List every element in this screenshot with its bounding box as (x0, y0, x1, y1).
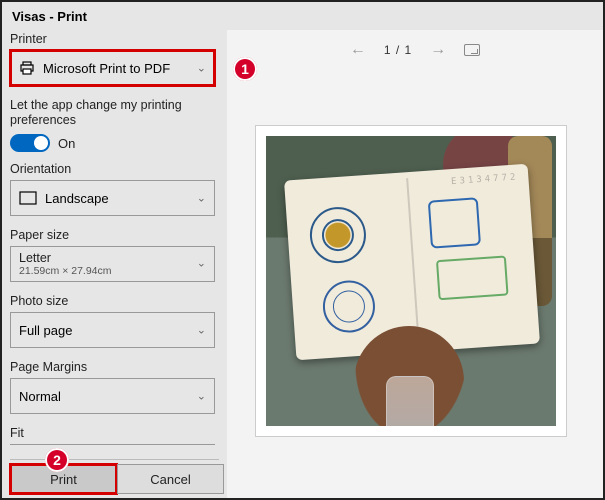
margins-label: Page Margins (10, 360, 219, 374)
window-title: Visas - Print (12, 9, 87, 24)
stamp-namibia (308, 205, 368, 265)
paper-label: Paper size (10, 228, 219, 242)
page-indicator: 1 / 1 (384, 43, 412, 57)
printer-value: Microsoft Print to PDF (43, 61, 170, 76)
photo-preview: E3134772 (266, 136, 556, 426)
chevron-down-icon: ⌄ (197, 390, 206, 403)
pref-toggle[interactable] (10, 134, 50, 152)
orientation-label: Orientation (10, 162, 219, 176)
page-sheet: E3134772 (256, 126, 566, 436)
bottle (386, 376, 434, 426)
pref-toggle-row: On (10, 134, 219, 152)
chevron-down-icon: ⌄ (197, 192, 206, 205)
prev-page-button[interactable]: ← (350, 41, 366, 59)
photosize-section: Photo size Full page ⌄ (10, 294, 219, 348)
landscape-icon (19, 191, 37, 205)
preview-pane: ← 1 / 1 → E3134772 (227, 30, 603, 498)
orientation-select[interactable]: Landscape ⌄ (10, 180, 215, 216)
margins-value: Normal (19, 389, 61, 404)
next-page-button[interactable]: → (430, 41, 446, 59)
orientation-section: Orientation Landscape ⌄ (10, 162, 219, 216)
stamp-mauritius (428, 197, 481, 248)
printer-section: Printer Microsoft Print to PDF ⌄ (10, 32, 219, 86)
photosize-label: Photo size (10, 294, 219, 308)
footer: Print Cancel (10, 459, 219, 498)
paper-section: Paper size Letter 21.59cm × 27.94cm ⌄ (10, 228, 219, 282)
pref-toggle-label: On (58, 136, 75, 151)
orientation-value: Landscape (45, 191, 109, 206)
preview-body: E3134772 (227, 70, 603, 498)
paper-sub: 21.59cm × 27.94cm (19, 265, 112, 277)
cancel-button[interactable]: Cancel (117, 464, 224, 494)
paper-value: Letter (19, 251, 51, 265)
printer-icon (19, 60, 35, 76)
chevron-down-icon: ⌄ (197, 258, 206, 271)
photosize-value: Full page (19, 323, 72, 338)
printer-select[interactable]: Microsoft Print to PDF ⌄ (10, 50, 215, 86)
fit-section: Fit (10, 426, 219, 452)
margins-section: Page Margins Normal ⌄ (10, 360, 219, 414)
pref-text: Let the app change my printing preferenc… (10, 98, 219, 128)
fit-cutoff (10, 444, 215, 452)
paper-select[interactable]: Letter 21.59cm × 27.94cm ⌄ (10, 246, 215, 282)
printer-label: Printer (10, 32, 219, 46)
margins-select[interactable]: Normal ⌄ (10, 378, 215, 414)
titlebar: Visas - Print (2, 2, 603, 30)
fullscreen-icon[interactable] (464, 44, 480, 56)
stamp-zimbabwe (321, 279, 377, 335)
preview-toolbar: ← 1 / 1 → (227, 30, 603, 70)
chevron-down-icon: ⌄ (197, 62, 206, 75)
print-dialog-window: Visas - Print Printer Microsoft Print to… (2, 2, 603, 498)
annotation-callout-2: 2 (45, 448, 69, 472)
fit-label: Fit (10, 426, 219, 440)
chevron-down-icon: ⌄ (197, 324, 206, 337)
sidebar: Printer Microsoft Print to PDF ⌄ Let the… (2, 30, 227, 498)
stamp-guinee (436, 255, 509, 300)
annotation-callout-1: 1 (233, 57, 257, 81)
content-area: Printer Microsoft Print to PDF ⌄ Let the… (2, 30, 603, 498)
photosize-select[interactable]: Full page ⌄ (10, 312, 215, 348)
